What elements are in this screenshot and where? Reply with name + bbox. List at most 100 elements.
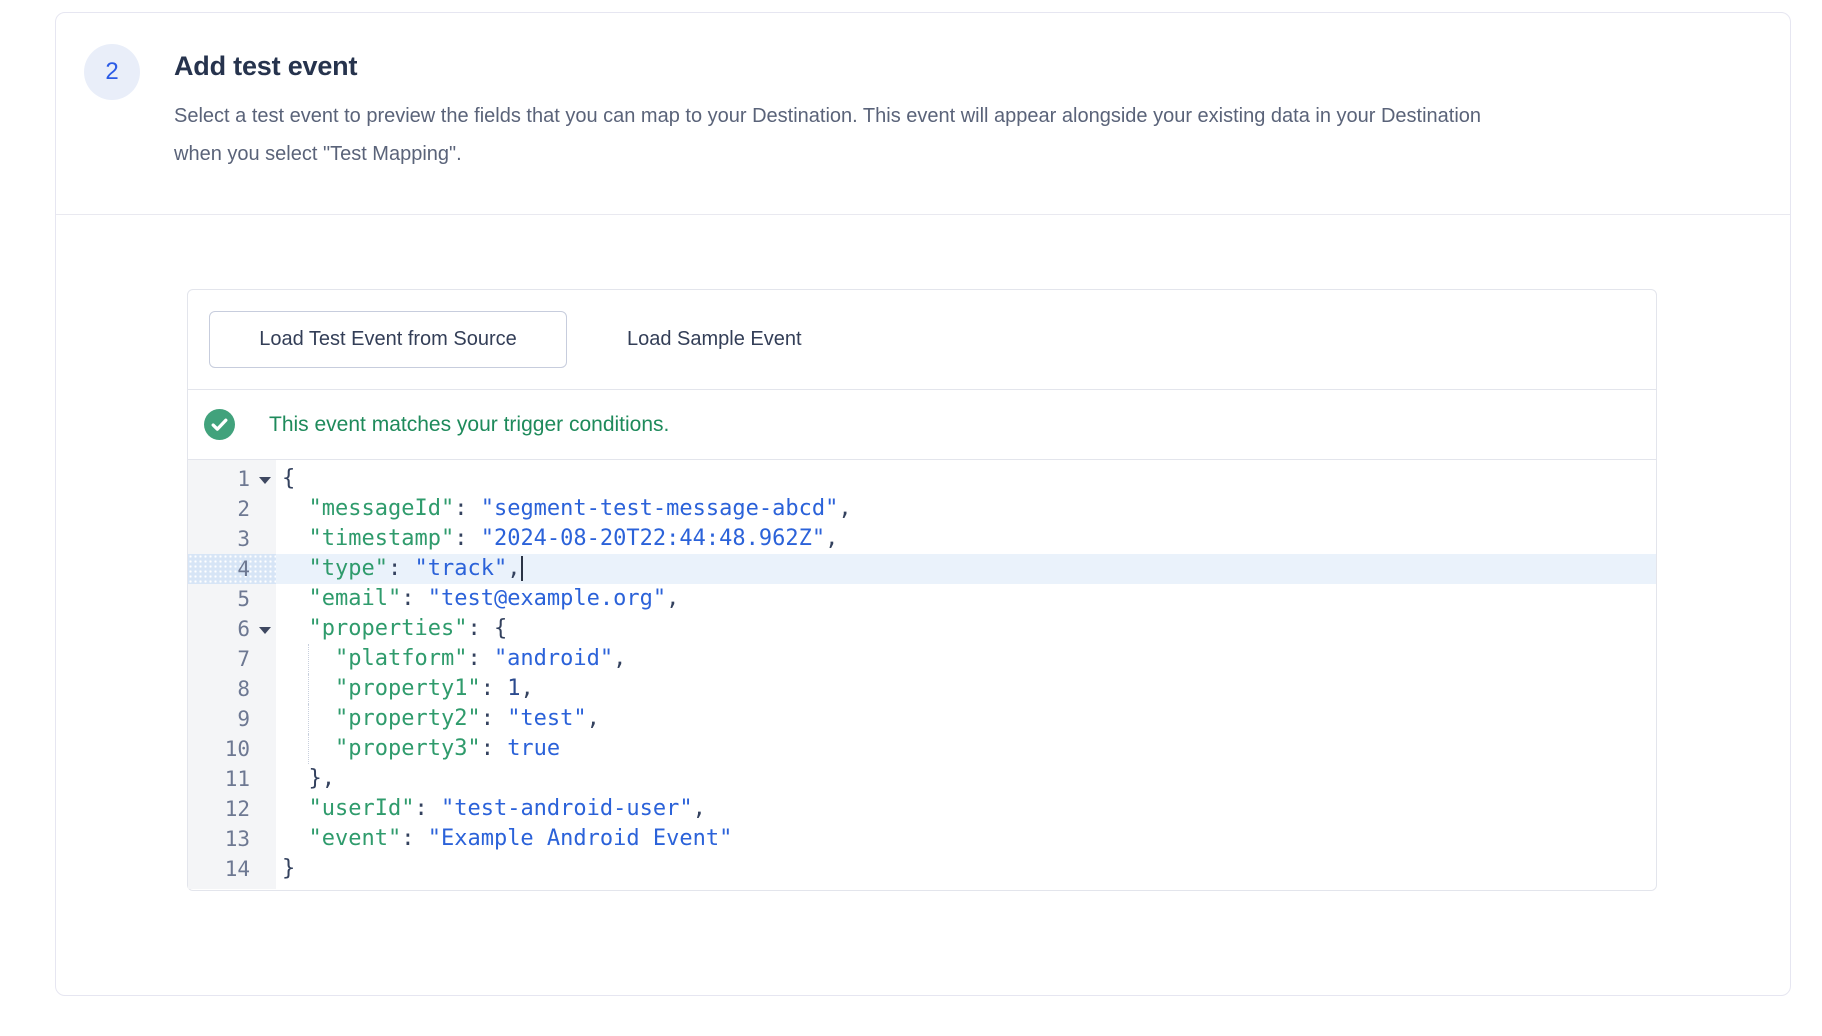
code-token: : bbox=[401, 586, 428, 611]
code-token bbox=[282, 496, 309, 521]
code-token: "messageId" bbox=[309, 496, 455, 521]
gutter-line: 11 bbox=[188, 764, 276, 794]
code-line[interactable]: "property2": "test", bbox=[276, 704, 1656, 734]
step-number: 2 bbox=[105, 58, 118, 86]
code-token: : bbox=[454, 496, 481, 521]
fold-chevron-down-icon[interactable] bbox=[259, 627, 271, 634]
code-token: , bbox=[838, 496, 851, 521]
code-line[interactable]: "property3": true bbox=[276, 734, 1656, 764]
code-token: "timestamp" bbox=[309, 526, 455, 551]
gutter-line: 14 bbox=[188, 854, 276, 884]
code-line[interactable]: "properties": { bbox=[276, 614, 1656, 644]
code-line[interactable]: "messageId": "segment-test-message-abcd"… bbox=[276, 494, 1656, 524]
code-token bbox=[282, 826, 309, 851]
code-token: : bbox=[481, 676, 508, 701]
gutter-line: 1 bbox=[188, 464, 276, 494]
header-divider bbox=[56, 214, 1790, 215]
indent-guide-line bbox=[308, 644, 309, 674]
code-token: : bbox=[454, 526, 481, 551]
code-token: , bbox=[507, 556, 520, 581]
text-cursor bbox=[521, 556, 523, 581]
code-line[interactable]: "event": "Example Android Event" bbox=[276, 824, 1656, 854]
gutter-line: 3 bbox=[188, 524, 276, 554]
code-line[interactable]: } bbox=[276, 854, 1656, 884]
code-token: "test@example.org" bbox=[428, 586, 666, 611]
line-number: 1 bbox=[237, 467, 250, 491]
code-token: , bbox=[613, 646, 626, 671]
indent-guide-line bbox=[308, 674, 309, 704]
code-token bbox=[282, 616, 309, 641]
code-token: : bbox=[467, 646, 494, 671]
code-token: "segment-test-message-abcd" bbox=[481, 496, 839, 521]
page-title: Add test event bbox=[174, 51, 357, 82]
add-test-event-card: 2 Add test event Select a test event to … bbox=[55, 12, 1791, 996]
indent-guide-line bbox=[308, 704, 309, 734]
code-token: , bbox=[825, 526, 838, 551]
code-token: "property2" bbox=[335, 706, 481, 731]
line-number: 8 bbox=[237, 677, 250, 701]
code-token: 1 bbox=[507, 676, 520, 701]
code-token bbox=[282, 586, 309, 611]
code-line[interactable]: "email": "test@example.org", bbox=[276, 584, 1656, 614]
code-token bbox=[282, 766, 309, 791]
code-token: }, bbox=[309, 766, 336, 791]
line-number: 13 bbox=[225, 827, 250, 851]
success-check-icon bbox=[204, 409, 235, 440]
code-token: , bbox=[666, 586, 679, 611]
code-token: : bbox=[401, 826, 428, 851]
code-token: : bbox=[388, 556, 415, 581]
code-line[interactable]: }, bbox=[276, 764, 1656, 794]
gutter-line: 6 bbox=[188, 614, 276, 644]
step-number-badge: 2 bbox=[84, 44, 140, 100]
code-token: "test" bbox=[507, 706, 586, 731]
fold-chevron-down-icon[interactable] bbox=[259, 477, 271, 484]
code-token: : bbox=[414, 796, 441, 821]
code-token: "android" bbox=[494, 646, 613, 671]
code-token: true bbox=[507, 736, 560, 761]
page: 2 Add test event Select a test event to … bbox=[0, 0, 1822, 1036]
line-number: 10 bbox=[225, 737, 250, 761]
load-test-event-button[interactable]: Load Test Event from Source bbox=[209, 311, 567, 368]
json-editor[interactable]: 1234567891011121314 { "messageId": "segm… bbox=[188, 459, 1656, 889]
line-number: 5 bbox=[237, 587, 250, 611]
code-line[interactable]: { bbox=[276, 464, 1656, 494]
code-token: "2024-08-20T22:44:48.962Z" bbox=[481, 526, 825, 551]
code-line[interactable]: "userId": "test-android-user", bbox=[276, 794, 1656, 824]
line-number: 9 bbox=[237, 707, 250, 731]
code-line[interactable]: "property1": 1, bbox=[276, 674, 1656, 704]
code-token: , bbox=[693, 796, 706, 821]
trigger-match-message: This event matches your trigger conditio… bbox=[269, 413, 669, 437]
line-number: 4 bbox=[237, 557, 250, 581]
code-token bbox=[282, 556, 309, 581]
code-token: "test-android-user" bbox=[441, 796, 693, 821]
code-token: "property3" bbox=[335, 736, 481, 761]
code-token: } bbox=[282, 856, 295, 881]
code-token: : { bbox=[467, 616, 507, 641]
line-number: 12 bbox=[225, 797, 250, 821]
code-line[interactable]: "platform": "android", bbox=[276, 644, 1656, 674]
gutter-line: 8 bbox=[188, 674, 276, 704]
code-token: , bbox=[520, 676, 533, 701]
code-token: "property1" bbox=[335, 676, 481, 701]
code-token: { bbox=[282, 466, 295, 491]
gutter-line: 9 bbox=[188, 704, 276, 734]
line-number: 3 bbox=[237, 527, 250, 551]
gutter-line: 13 bbox=[188, 824, 276, 854]
code-token: "Example Android Event" bbox=[428, 826, 733, 851]
code-token bbox=[282, 526, 309, 551]
line-number: 2 bbox=[237, 497, 250, 521]
line-number: 7 bbox=[237, 647, 250, 671]
trigger-match-status: This event matches your trigger conditio… bbox=[188, 389, 1656, 459]
test-event-panel: Load Test Event from Source Load Sample … bbox=[187, 289, 1657, 891]
code-line[interactable]: "type": "track", bbox=[276, 554, 1656, 584]
gutter-line: 7 bbox=[188, 644, 276, 674]
line-number: 11 bbox=[225, 767, 250, 791]
load-sample-event-button[interactable]: Load Sample Event bbox=[597, 311, 832, 368]
code-token: "event" bbox=[309, 826, 402, 851]
code-token bbox=[282, 796, 309, 821]
editor-gutter: 1234567891011121314 bbox=[188, 460, 276, 889]
gutter-line: 4 bbox=[188, 554, 276, 584]
editor-code[interactable]: { "messageId": "segment-test-message-abc… bbox=[276, 460, 1656, 889]
code-token: "track" bbox=[414, 556, 507, 581]
code-line[interactable]: "timestamp": "2024-08-20T22:44:48.962Z", bbox=[276, 524, 1656, 554]
